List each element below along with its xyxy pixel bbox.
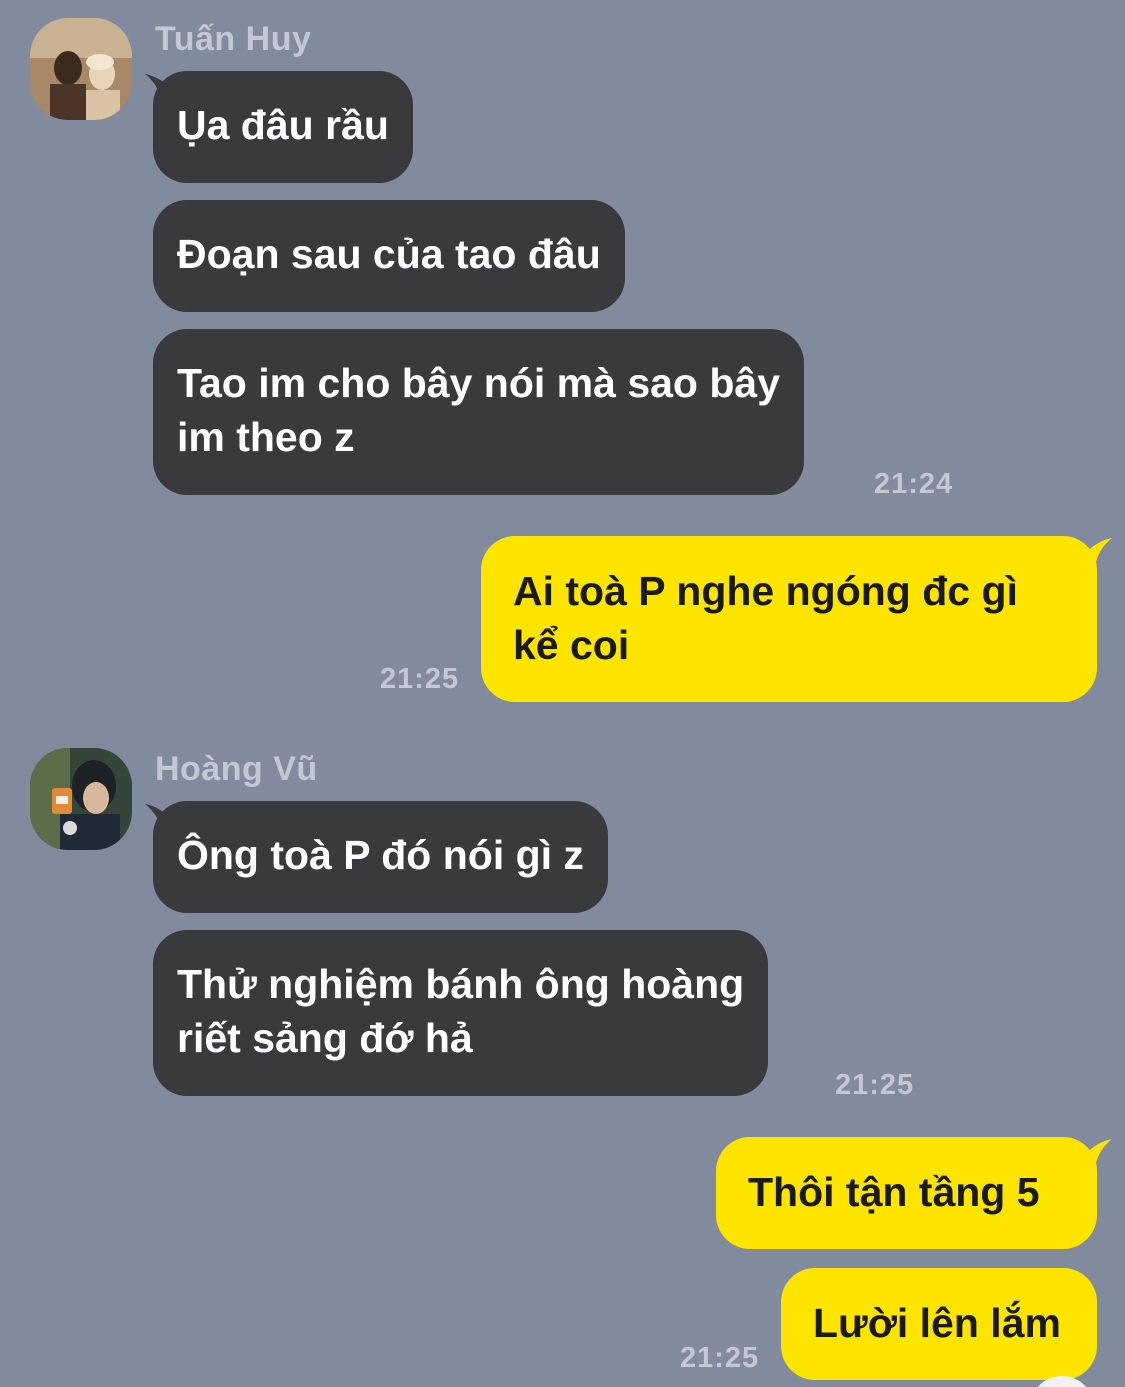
- timestamp: 21:25: [835, 1069, 915, 1101]
- profile-photo-icon: [30, 748, 132, 850]
- message-bubble-incoming[interactable]: Ông toà P đó nói gì z: [153, 801, 608, 913]
- message-bubble-outgoing[interactable]: Thôi tận tầng 5: [716, 1137, 1097, 1249]
- bubble-tail: [1082, 1139, 1112, 1173]
- sender-name: Tuấn Huy: [155, 20, 312, 58]
- timestamp: 21:24: [874, 468, 954, 500]
- avatar-hoang-vu[interactable]: [30, 748, 132, 850]
- message-bubble-incoming[interactable]: Đoạn sau của tao đâu: [153, 200, 625, 312]
- profile-photo-icon: [30, 18, 132, 120]
- message-bubble-incoming[interactable]: Ụa đâu rầu: [153, 71, 413, 183]
- message-bubble-incoming[interactable]: Tao im cho bây nói mà sao bây im theo z: [153, 329, 805, 495]
- chat-window: Tuấn Huy Ụa đâu rầu Đoạn sau của tao đâu…: [0, 0, 1125, 1387]
- timestamp: 21:25: [680, 1342, 760, 1374]
- avatar-tuan-huy[interactable]: [30, 18, 132, 120]
- message-bubble-outgoing[interactable]: Lười lên lắm: [781, 1268, 1097, 1380]
- bubble-tail: [1082, 538, 1112, 572]
- timestamp: 21:25: [380, 663, 460, 695]
- scroll-down-icon[interactable]: [1030, 1376, 1094, 1387]
- sender-name: Hoàng Vũ: [155, 750, 318, 788]
- message-bubble-incoming[interactable]: Thử nghiệm bánh ông hoàng riết sảng đớ h…: [153, 930, 769, 1096]
- message-bubble-outgoing[interactable]: Ai toà P nghe ngóng đc gì kể coi: [481, 536, 1097, 702]
